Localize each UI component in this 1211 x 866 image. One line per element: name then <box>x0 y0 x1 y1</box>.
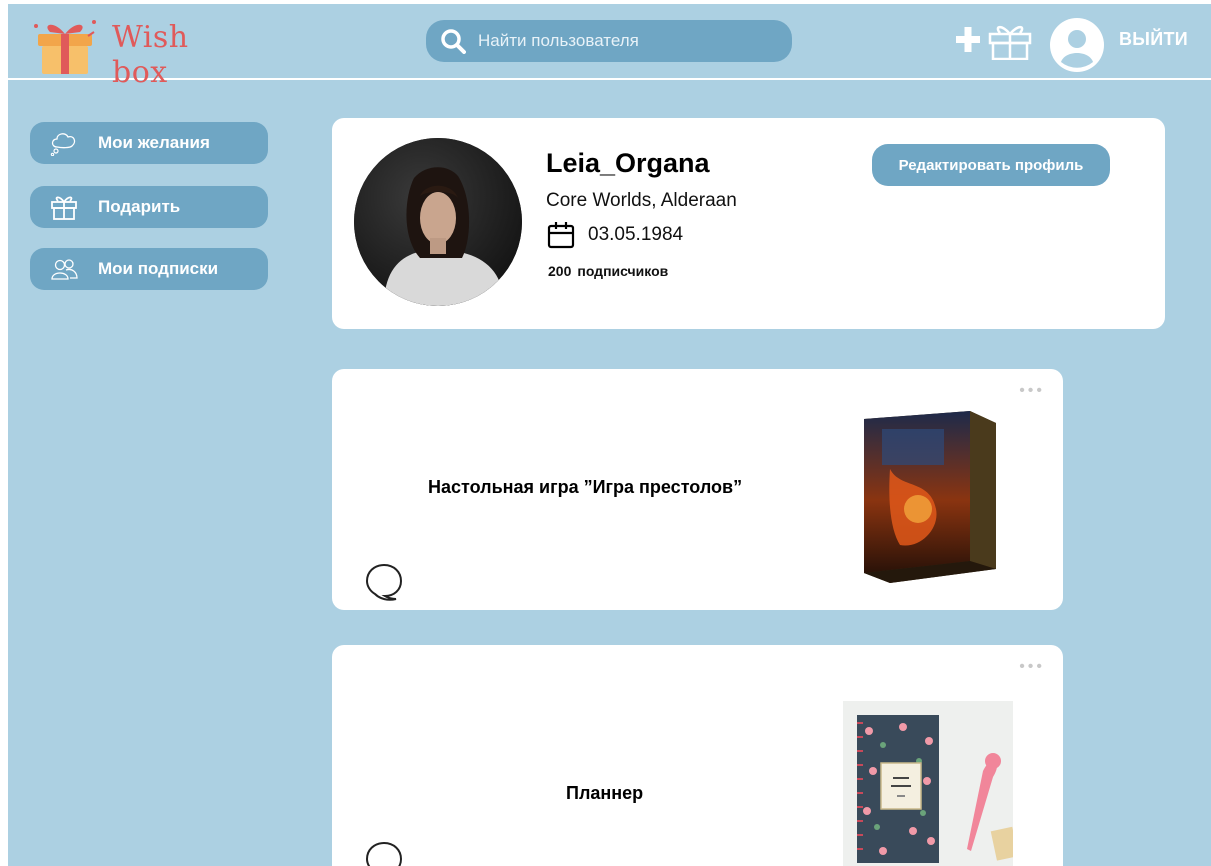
wish-card: ••• Планнер <box>332 645 1063 866</box>
logo-text: Wish box <box>112 20 189 90</box>
profile-location: Core Worlds, Alderaan <box>546 190 737 211</box>
profile-birthdate: 03.05.1984 <box>588 224 684 245</box>
user-avatar-button[interactable] <box>1050 18 1104 72</box>
profile-photo <box>354 138 522 306</box>
logout-button[interactable]: ВЫЙТИ <box>1119 29 1188 50</box>
profile-card: Leia_Organa Core Worlds, Alderaan 03.05.… <box>332 118 1165 329</box>
logo[interactable]: Wish box <box>28 8 238 90</box>
more-options-icon[interactable]: ••• <box>1019 383 1045 399</box>
comment-icon[interactable] <box>364 839 404 866</box>
cloud-icon <box>50 133 76 156</box>
add-gift-icon[interactable] <box>956 20 1038 60</box>
sidebar-item-label: Мои желания <box>98 133 210 152</box>
subscribers-count[interactable]: 200 подписчиков <box>548 263 674 279</box>
comment-icon[interactable] <box>364 561 404 601</box>
app-frame: Wish box Найти пользователя ВЫЙТИ Мои же… <box>8 4 1211 866</box>
calendar-icon <box>547 222 575 249</box>
user-search[interactable] <box>426 20 792 62</box>
subscribers-number: 200 <box>548 263 572 279</box>
search-input[interactable] <box>478 26 778 56</box>
more-options-icon[interactable]: ••• <box>1019 659 1045 675</box>
board-game-image[interactable] <box>860 409 998 585</box>
profile-photo-image <box>354 138 522 306</box>
gift-icon <box>51 196 77 220</box>
sidebar-item-my-wishes[interactable]: Мои желания <box>30 122 268 164</box>
search-icon <box>441 29 466 54</box>
sidebar-item-label: Подарить <box>98 197 181 216</box>
subscribers-label: подписчиков <box>577 263 669 279</box>
edit-profile-button[interactable]: Редактировать профиль <box>872 144 1110 186</box>
wish-title: Настольная игра ”Игра престолов” <box>428 477 743 497</box>
users-icon <box>51 259 78 280</box>
wish-card: ••• Настольная игра ”Игра престолов” <box>332 369 1063 610</box>
sidebar-item-label: Мои подписки <box>98 259 219 278</box>
top-bar: Wish box Найти пользователя ВЫЙТИ <box>8 4 1211 90</box>
avatar-icon <box>1052 20 1102 70</box>
profile-username: Leia_Organa <box>546 148 710 178</box>
gift-logo-icon <box>34 20 96 74</box>
planner-image[interactable] <box>843 701 1013 866</box>
sidebar-item-subscriptions[interactable]: Мои подписки <box>30 248 268 290</box>
wish-title: Планнер <box>566 783 644 803</box>
sidebar-item-gift[interactable]: Подарить <box>30 186 268 228</box>
